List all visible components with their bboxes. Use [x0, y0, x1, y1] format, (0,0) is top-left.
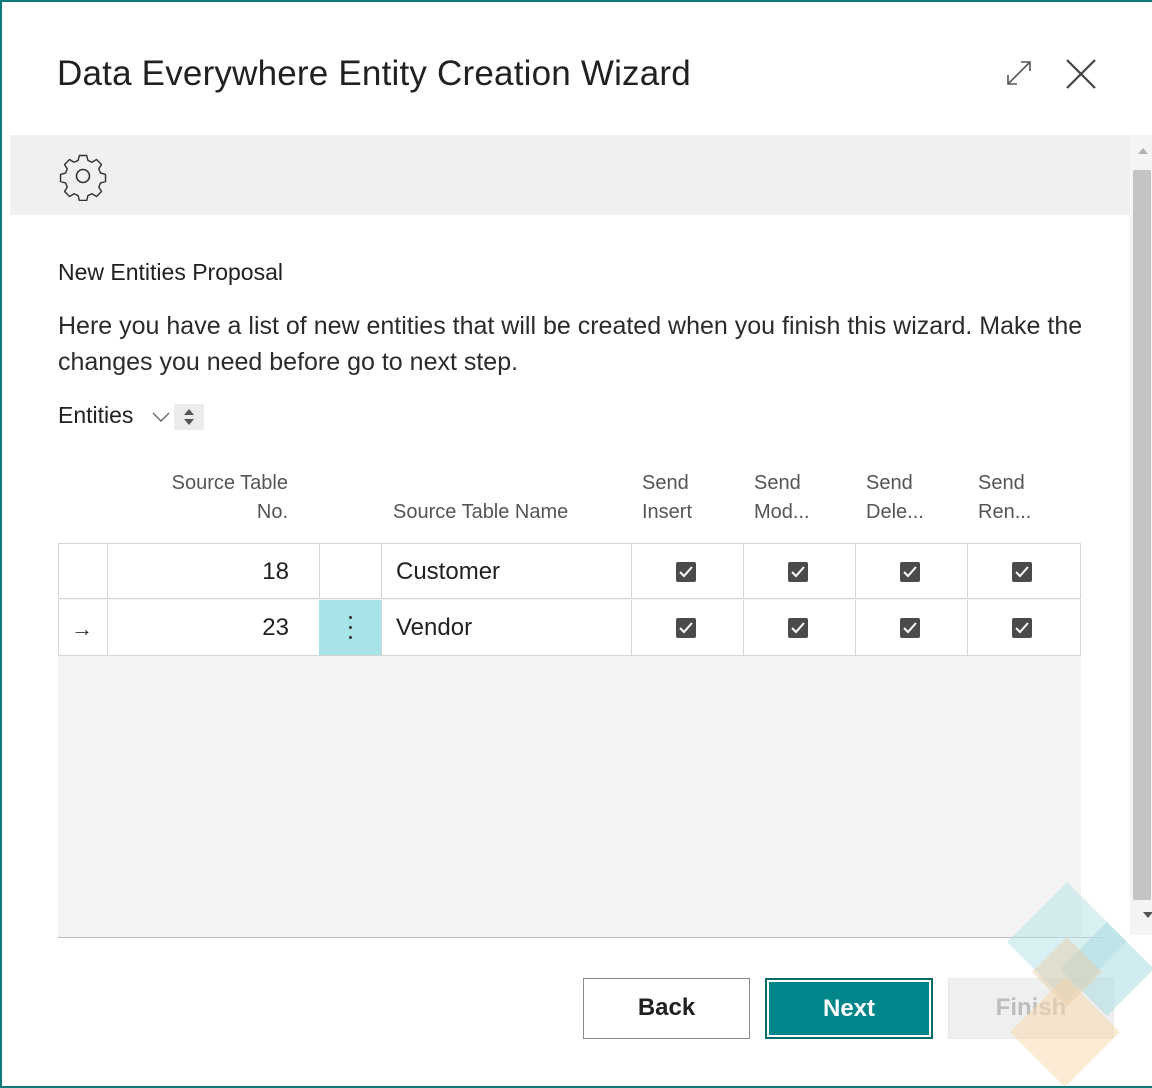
col-header-line: Send	[978, 472, 1025, 494]
col-header-source-table-no[interactable]: Source Table No.	[152, 469, 288, 527]
instructions-text: Here you have a list of new entities tha…	[58, 312, 1083, 376]
expand-icon[interactable]	[1004, 58, 1034, 88]
send-rename-checkbox[interactable]	[1012, 618, 1032, 638]
row-marker-cell[interactable]: →	[58, 600, 108, 656]
send-delete-checkbox[interactable]	[900, 618, 920, 638]
entities-part-title[interactable]: Entities	[58, 402, 133, 429]
grid-divider	[58, 937, 1103, 938]
send-modify-cell[interactable]	[744, 543, 856, 599]
next-button[interactable]: Next	[765, 978, 933, 1039]
back-button[interactable]: Back	[583, 978, 750, 1039]
send-rename-cell[interactable]	[968, 543, 1081, 599]
source-table-name-cell[interactable]: Customer	[382, 543, 632, 599]
send-modify-checkbox[interactable]	[788, 562, 808, 582]
wizard-dialog: Data Everywhere Entity Creation Wizard N…	[0, 0, 1152, 1088]
col-header-send-rename[interactable]: Send Ren...	[978, 469, 1031, 527]
table-row[interactable]: → 23 Vendor	[58, 600, 1081, 656]
col-header-line: No.	[256, 501, 288, 523]
send-rename-checkbox[interactable]	[1012, 562, 1032, 582]
wizard-toolbar	[10, 135, 1130, 215]
chevron-down-icon[interactable]	[151, 410, 171, 424]
scroll-down-icon[interactable]	[1143, 912, 1152, 918]
source-table-name-cell[interactable]: Vendor	[382, 600, 632, 656]
col-header-send-modify[interactable]: Send Mod...	[754, 469, 810, 527]
col-header-line: Insert	[642, 501, 693, 523]
send-insert-checkbox[interactable]	[676, 618, 696, 638]
row-marker-arrow-icon: →	[71, 616, 93, 641]
finish-button[interactable]: Finish	[948, 978, 1114, 1039]
source-table-no-cell[interactable]: 23	[108, 600, 320, 656]
send-delete-cell[interactable]	[856, 543, 968, 599]
send-rename-cell[interactable]	[968, 600, 1081, 656]
section-heading: New Entities Proposal	[58, 259, 283, 285]
col-header-source-table-name[interactable]: Source Table Name	[393, 498, 568, 527]
source-table-no-cell[interactable]: 18	[108, 543, 320, 599]
col-header-line: Send	[754, 472, 801, 494]
send-delete-checkbox[interactable]	[900, 562, 920, 582]
close-icon[interactable]	[1064, 57, 1098, 91]
col-header-line: Ren...	[978, 501, 1032, 523]
gear-icon	[59, 154, 107, 201]
send-insert-cell[interactable]	[632, 543, 744, 599]
row-actions-ellipsis-icon[interactable]	[319, 600, 381, 655]
col-header-line: Send	[642, 472, 689, 494]
send-insert-checkbox[interactable]	[676, 562, 696, 582]
row-marker-cell[interactable]	[58, 543, 108, 599]
table-row[interactable]: 18 Customer	[58, 543, 1081, 599]
send-delete-cell[interactable]	[856, 600, 968, 656]
col-header-line: Send	[866, 472, 913, 494]
row-actions-cell[interactable]	[320, 543, 382, 599]
col-header-send-delete[interactable]: Send Dele...	[866, 469, 924, 527]
scrollbar-thumb[interactable]	[1133, 170, 1151, 900]
send-modify-checkbox[interactable]	[788, 618, 808, 638]
col-header-send-insert[interactable]: Send Insert	[642, 469, 692, 527]
col-header-line: Dele...	[866, 501, 924, 523]
scroll-up-icon[interactable]	[1138, 148, 1148, 154]
col-header-line: Mod...	[754, 501, 810, 523]
send-modify-cell[interactable]	[744, 600, 856, 656]
col-header-line: Source Table	[171, 472, 288, 494]
dialog-title: Data Everywhere Entity Creation Wizard	[57, 54, 691, 93]
sort-icon[interactable]	[174, 404, 204, 430]
send-insert-cell[interactable]	[632, 600, 744, 656]
